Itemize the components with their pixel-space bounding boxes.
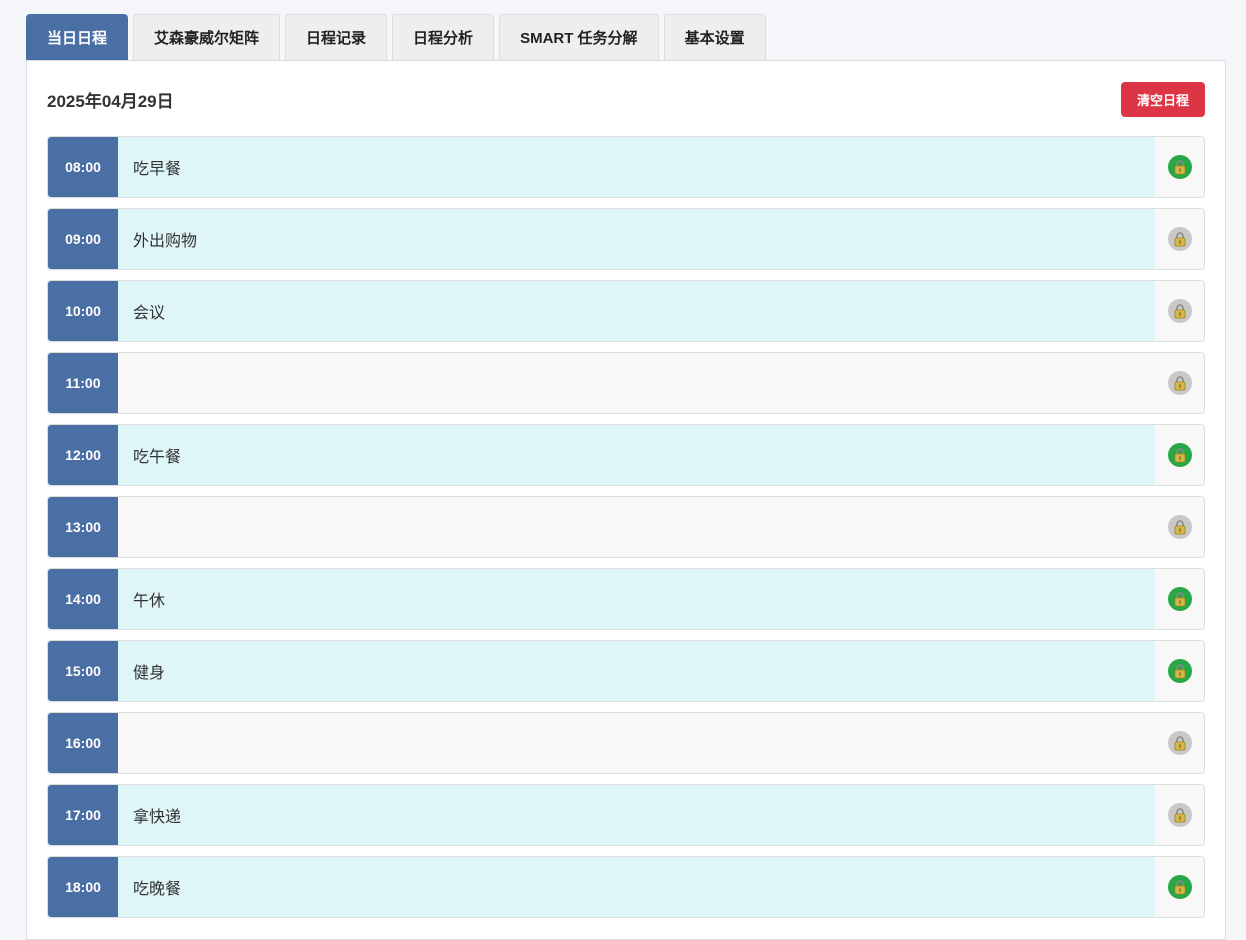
lock-cell [1155, 353, 1204, 413]
task-input[interactable] [118, 353, 1155, 413]
time-slot-label: 17:00 [48, 785, 118, 845]
lock-toggle-button[interactable] [1167, 299, 1192, 323]
time-slot-label: 16:00 [48, 713, 118, 773]
time-slot-label: 10:00 [48, 281, 118, 341]
schedule-list: 08:00 吃早餐 09:00 外出购物 10:00 会议 11:00 12:00 吃午餐 13:… [47, 136, 1205, 928]
schedule-row: 09:00 外出购物 [47, 208, 1205, 270]
tab-schedule-records[interactable]: 日程记录 [285, 14, 388, 60]
lock-icon [1174, 232, 1185, 247]
schedule-panel: 2025年04月29日 清空日程 08:00 吃早餐 09:00 外出购物 10:00 会… [26, 60, 1226, 940]
schedule-row: 08:00 吃早餐 [47, 136, 1205, 198]
schedule-row: 11:00 [47, 352, 1205, 414]
schedule-row: 13:00 [47, 496, 1205, 558]
lock-icon [1174, 448, 1185, 463]
schedule-row: 14:00 午休 [47, 568, 1205, 630]
task-input[interactable]: 外出购物 [118, 209, 1155, 269]
time-slot-label: 09:00 [48, 209, 118, 269]
time-slot-label: 08:00 [48, 137, 118, 197]
task-input[interactable]: 健身 [118, 641, 1155, 701]
lock-toggle-button[interactable] [1167, 515, 1192, 539]
lock-icon [1174, 880, 1185, 895]
lock-cell [1155, 425, 1204, 485]
lock-icon [1174, 160, 1185, 175]
lock-toggle-button[interactable] [1167, 371, 1192, 395]
lock-cell [1155, 641, 1204, 701]
lock-cell [1155, 497, 1204, 557]
task-input[interactable]: 吃早餐 [118, 137, 1155, 197]
schedule-row: 16:00 [47, 712, 1205, 774]
task-input[interactable]: 吃午餐 [118, 425, 1155, 485]
lock-toggle-button[interactable] [1167, 443, 1192, 467]
lock-icon [1174, 376, 1185, 391]
lock-toggle-button[interactable] [1167, 875, 1192, 899]
lock-icon [1174, 736, 1185, 751]
tab-basic-settings[interactable]: 基本设置 [663, 14, 766, 60]
schedule-row: 15:00 健身 [47, 640, 1205, 702]
lock-cell [1155, 209, 1204, 269]
time-slot-label: 11:00 [48, 353, 118, 413]
task-input[interactable] [118, 713, 1155, 773]
task-input[interactable]: 吃晚餐 [118, 857, 1155, 917]
lock-icon [1174, 304, 1185, 319]
lock-cell [1155, 857, 1204, 917]
lock-cell [1155, 785, 1204, 845]
panel-header: 2025年04月29日 清空日程 [47, 81, 1205, 117]
lock-cell [1155, 569, 1204, 629]
lock-icon [1174, 808, 1185, 823]
lock-cell [1155, 281, 1204, 341]
lock-icon [1174, 664, 1185, 679]
lock-icon [1174, 592, 1185, 607]
task-input[interactable]: 会议 [118, 281, 1155, 341]
clear-schedule-button[interactable]: 清空日程 [1120, 81, 1205, 117]
tab-bar: 当日日程 艾森豪威尔矩阵 日程记录 日程分析 SMART 任务分解 基本设置 [26, 14, 766, 60]
lock-icon [1174, 520, 1185, 535]
schedule-row: 17:00 拿快递 [47, 784, 1205, 846]
time-slot-label: 18:00 [48, 857, 118, 917]
time-slot-label: 14:00 [48, 569, 118, 629]
lock-toggle-button[interactable] [1167, 155, 1192, 179]
tab-schedule-analysis[interactable]: 日程分析 [392, 14, 495, 60]
time-slot-label: 13:00 [48, 497, 118, 557]
task-input[interactable]: 拿快递 [118, 785, 1155, 845]
schedule-row: 10:00 会议 [47, 280, 1205, 342]
task-input[interactable]: 午休 [118, 569, 1155, 629]
schedule-row: 18:00 吃晚餐 [47, 856, 1205, 918]
lock-toggle-button[interactable] [1167, 227, 1192, 251]
tab-eisenhower-matrix[interactable]: 艾森豪威尔矩阵 [133, 14, 281, 60]
task-input[interactable] [118, 497, 1155, 557]
time-slot-label: 15:00 [48, 641, 118, 701]
tab-today-schedule[interactable]: 当日日程 [26, 14, 129, 60]
time-slot-label: 12:00 [48, 425, 118, 485]
tab-smart-breakdown[interactable]: SMART 任务分解 [499, 14, 659, 60]
lock-toggle-button[interactable] [1167, 587, 1192, 611]
lock-toggle-button[interactable] [1167, 803, 1192, 827]
current-date: 2025年04月29日 [47, 91, 174, 111]
lock-cell [1155, 713, 1204, 773]
lock-toggle-button[interactable] [1167, 659, 1192, 683]
schedule-row: 12:00 吃午餐 [47, 424, 1205, 486]
lock-cell [1155, 137, 1204, 197]
lock-toggle-button[interactable] [1167, 731, 1192, 755]
